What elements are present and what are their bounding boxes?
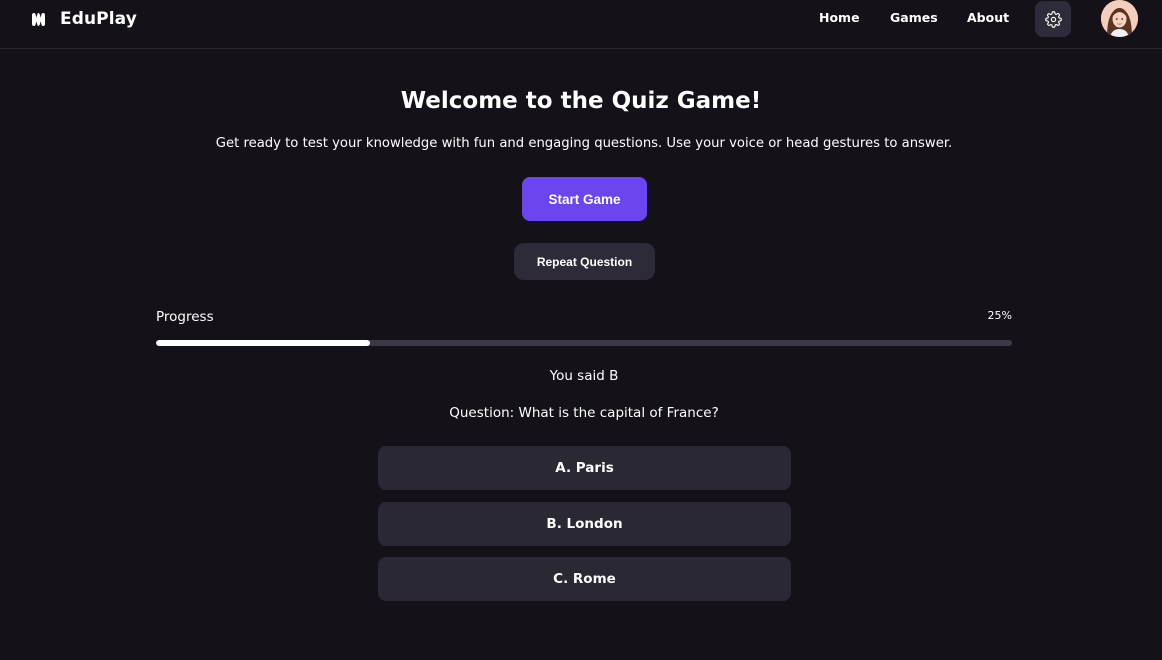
progress-percent: 25% [987,309,1012,322]
progress-bar [156,340,1012,346]
progress-label: Progress [156,309,214,325]
progress-bar-fill [156,340,370,346]
repeat-question-button[interactable]: Repeat Question [514,243,655,280]
settings-button[interactable] [1035,1,1071,37]
user-avatar[interactable] [1101,0,1138,37]
nav-games-link[interactable]: Games [890,10,938,25]
brand[interactable]: EduPlay [31,7,137,31]
voice-feedback-text: You said B [549,368,619,384]
answer-option-c[interactable]: C. Rome [378,557,791,601]
eduplay-logo-icon [32,12,45,26]
answer-option-a[interactable]: A. Paris [378,446,791,490]
page-title: Welcome to the Quiz Game! [400,88,762,114]
question-text: Question: What is the capital of France? [449,405,719,421]
page-subtitle: Get ready to test your knowledge with fu… [215,136,953,151]
gear-icon [1044,10,1062,28]
brand-name: EduPlay [60,9,137,29]
user-avatar-image [1101,0,1138,37]
top-navigation-bar: EduPlay Home Games About [0,0,1162,49]
nav-home-link[interactable]: Home [819,10,860,25]
start-game-button[interactable]: Start Game [522,177,647,221]
nav-about-link[interactable]: About [967,10,1009,25]
answer-option-b[interactable]: B. London [378,502,791,546]
